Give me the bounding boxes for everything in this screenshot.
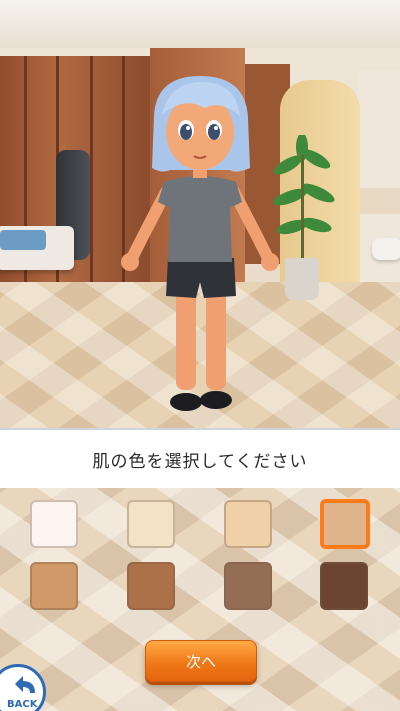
back-arrow-icon [15,676,35,693]
stool [372,238,400,260]
skin-swatch-4[interactable] [320,499,370,549]
skin-swatch-1[interactable] [30,500,78,548]
counter [360,188,400,214]
skin-swatch-2[interactable] [127,500,175,548]
prompt-text: 肌の色を選択してください [92,451,308,472]
game-scene [0,0,400,428]
player-avatar [121,76,279,411]
plant-pot [285,258,319,300]
ceiling [0,0,400,48]
prompt-bar: 肌の色を選択してください [0,428,400,490]
wall [358,70,400,300]
skin-swatch-3[interactable] [224,500,272,548]
skin-swatch-7[interactable] [224,562,272,610]
towel [0,230,46,250]
back-button[interactable]: BACK [0,664,46,711]
skin-color-panel: 次へ BACK [0,488,400,711]
next-button[interactable]: 次へ [145,640,257,682]
skin-swatch-8[interactable] [320,562,368,610]
skin-swatch-6[interactable] [127,562,175,610]
next-button-label: 次へ [185,652,216,671]
skin-swatch-5[interactable] [30,562,78,610]
back-button-label: BACK [7,699,38,710]
